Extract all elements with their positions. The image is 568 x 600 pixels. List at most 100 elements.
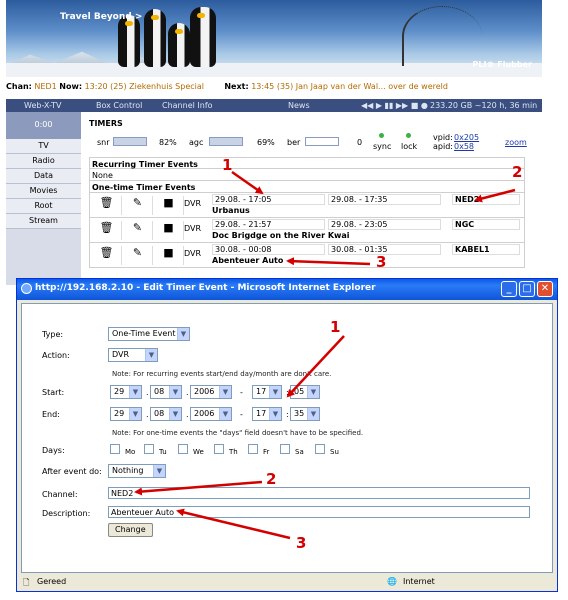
close-icon[interactable]: ✕ [537,281,553,297]
nav-item-movies[interactable]: Movies [6,184,81,199]
day-label-mo: Mo [125,448,136,456]
separator: - [240,410,243,419]
edit-icon[interactable]: ✎ [123,196,153,215]
after-event-select[interactable]: Nothing ▼ [108,464,166,478]
penguin-graphic [144,9,166,67]
end-year-select[interactable]: 2006 ▼ [190,407,232,421]
start-min-select[interactable]: 05 ▼ [290,385,320,399]
day-checkbox-sa[interactable] [280,444,290,454]
edit-icon[interactable]: ✎ [123,246,153,265]
start-hour-select[interactable]: 17 ▼ [252,385,282,399]
nav-webx-tv[interactable]: Web-X-TV [24,101,62,110]
day-label-sa: Sa [295,448,304,456]
stop-icon[interactable]: ■ [154,246,184,265]
day-checkbox-we[interactable] [178,444,188,454]
timer-type: DVR [184,199,202,208]
day-checkbox-mo[interactable] [110,444,120,454]
day-label-fr: Fr [263,448,270,456]
separator: . [186,410,189,419]
chevron-down-icon: ▼ [129,386,141,398]
channel-field[interactable]: NED2 [108,487,530,499]
nav-item-radio[interactable]: Radio [6,154,81,169]
type-select[interactable]: One-Time Event ▼ [108,327,190,341]
tree-graphic [402,6,482,66]
delete-icon[interactable]: 🗑 [92,246,122,265]
maximize-icon[interactable]: □ [519,281,535,297]
delete-icon[interactable]: 🗑 [92,221,122,240]
zoom-link[interactable]: zoom [505,138,527,147]
player-controls-icons[interactable]: ◀◀ ▶ ▮▮ ▶▶ ■ ● [361,101,428,110]
end-label: End: [42,410,60,419]
recurring-header: Recurring Timer Events [89,157,525,169]
annotation-number: 2 [512,163,523,181]
nav-item-tv[interactable]: TV [6,139,81,154]
day-label-tu: Tu [159,448,167,456]
snr-bar [113,137,147,146]
separator: . [146,410,149,419]
end-hour: 17 [256,409,267,418]
delete-icon[interactable]: 🗑 [92,196,122,215]
edit-timer-form: Type: One-Time Event ▼ Action: DVR ▼ Note:… [21,303,553,573]
minimize-icon[interactable]: _ [501,281,517,297]
lock-status-icon [406,133,411,138]
annotation-number: 1 [222,156,233,174]
edit-icon[interactable]: ✎ [123,221,153,240]
recurring-none: None [89,169,525,181]
start-year-select[interactable]: 2006 ▼ [190,385,232,399]
channel-label: Channel: [42,490,78,499]
start-month-select[interactable]: 08 ▼ [150,385,182,399]
ie-titlebar[interactable]: http://192.168.2.10 - Edit Timer Event -… [17,279,557,300]
day-label-th: Th [229,448,238,456]
nav-news[interactable]: News [288,101,310,110]
end-min-select[interactable]: 35 ▼ [290,407,320,421]
recurring-note: Note: For recurring events start/end day… [112,370,332,378]
snr-value: 82% [159,138,177,147]
nav-item-stream[interactable]: Stream [6,214,81,229]
day-label-su: Su [330,448,339,456]
nav-item-data[interactable]: Data [6,169,81,184]
banner-tagline: Travel Beyond > [60,12,143,22]
now-label: Now: [59,82,83,91]
ie-title-text: http://192.168.2.10 - Edit Timer Event -… [35,283,376,293]
start-min: 05 [294,387,305,396]
snr-label: snr [97,138,110,147]
change-button[interactable]: Change [108,523,153,537]
type-label: Type: [42,330,64,339]
day-checkbox-tu[interactable] [144,444,154,454]
internet-zone-text: Internet [403,577,435,586]
day-checkbox-su[interactable] [315,444,325,454]
timer-row: 🗑 ✎ ■ DVR 29.08. - 17:05 29.08. - 17:35 … [89,193,525,218]
day-checkbox-fr[interactable] [248,444,258,454]
stop-icon[interactable]: ■ [154,196,184,215]
timer-end: 29.08. - 23:05 [328,219,441,230]
nav-channel-info[interactable]: Channel Info [162,101,213,110]
nav-box-control[interactable]: Box Control [96,101,142,110]
start-day-select[interactable]: 29 ▼ [110,385,142,399]
start-label: Start: [42,388,65,397]
next-value: 13:45 (35) Jan Jaap van der Wal... over … [251,82,448,91]
header-banner: Travel Beyond > PLI® Flubber [6,0,542,77]
description-field[interactable]: Abenteuer Auto [108,506,530,518]
penguin-graphic [168,23,190,67]
chevron-down-icon: ▼ [153,465,165,477]
onetime-header: One-time Timer Events [89,181,525,193]
action-select[interactable]: DVR ▼ [108,348,158,362]
penguin-graphic [190,7,216,67]
apid-link[interactable]: 0x58 [454,142,474,151]
annotation-number: 3 [376,253,387,271]
disk-space-info: 233.20 GB ~120 h, 36 min [430,101,538,110]
nav-item-root[interactable]: Root [6,199,81,214]
timer-channel: NGC [452,219,520,230]
stop-icon[interactable]: ■ [154,221,184,240]
description-label: Description: [42,509,91,518]
end-hour-select[interactable]: 17 ▼ [252,407,282,421]
chevron-down-icon: ▼ [177,328,189,340]
chevron-down-icon: ▼ [145,349,157,361]
day-checkbox-th[interactable] [214,444,224,454]
end-day-select[interactable]: 29 ▼ [110,407,142,421]
vpid-link[interactable]: 0x205 [454,133,479,142]
end-month-select[interactable]: 08 ▼ [150,407,182,421]
separator: . [146,388,149,397]
start-month: 08 [154,387,165,396]
action-select-value: DVR [112,350,130,359]
